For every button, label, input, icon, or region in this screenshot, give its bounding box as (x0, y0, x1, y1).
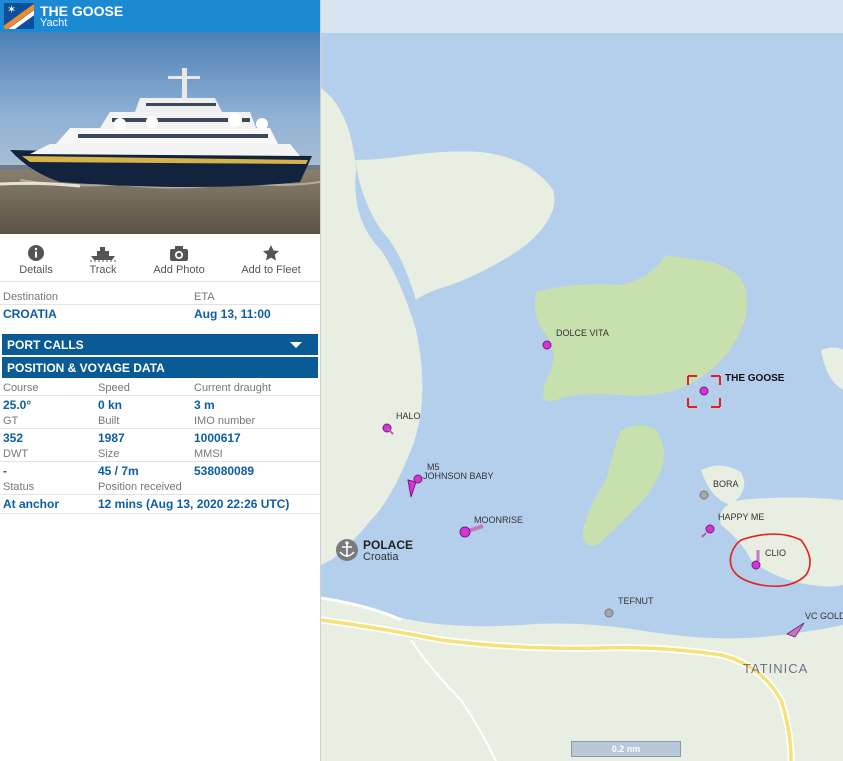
place-label: TATINICA (743, 661, 809, 676)
info-icon (28, 245, 44, 261)
add-photo-button[interactable]: Add Photo (150, 244, 208, 276)
port-country: Croatia (363, 551, 399, 563)
vessel-label-happy-me: HAPPY ME (718, 512, 765, 522)
mmsi-value: 538080089 (194, 464, 255, 478)
imo-label: IMO number (194, 415, 256, 427)
position-received-label: Position received (98, 481, 182, 493)
course-label: Course (3, 382, 39, 394)
add-to-fleet-button[interactable]: Add to Fleet (238, 244, 304, 276)
camera-icon (170, 246, 188, 261)
imo-value: 1000617 (194, 431, 241, 445)
speed-label: Speed (98, 382, 130, 394)
divider (0, 461, 320, 462)
vessel-type: Yacht (40, 17, 68, 29)
vessel-photo[interactable] (0, 32, 320, 234)
vessel-actions: Details Track Add Photo Add to Fleet (0, 238, 320, 282)
flag-icon: ✶ (4, 3, 34, 29)
add-to-fleet-label: Add to Fleet (241, 264, 301, 276)
dwt-value: - (3, 464, 7, 478)
vessel-label-johnson-baby: JOHNSON BABY (423, 471, 494, 481)
vessel-label-moonrise: MOONRISE (474, 515, 524, 525)
draught-label: Current draught (194, 382, 272, 394)
size-value: 45 / 7m (98, 464, 139, 478)
star-icon (263, 245, 279, 261)
size-label: Size (98, 448, 120, 460)
position-voyage-title: POSITION & VOYAGE DATA (7, 361, 165, 375)
built-label: Built (98, 415, 120, 427)
eta-value: Aug 13, 11:00 (194, 307, 271, 321)
port-calls-title: PORT CALLS (7, 338, 84, 352)
position-received-value: 12 mins (Aug 13, 2020 22:26 UTC) (98, 497, 290, 511)
gt-value: 352 (3, 431, 24, 445)
dwt-label: DWT (3, 448, 29, 460)
vessel-info-panel: ✶ THE GOOSE Yacht Details Track Add Phot… (0, 0, 320, 761)
status-value: At anchor (3, 497, 60, 511)
eta-label: ETA (194, 291, 215, 303)
port-calls-toggle[interactable]: PORT CALLS (2, 334, 318, 355)
divider (0, 494, 320, 495)
course-value: 25.0° (3, 398, 32, 412)
destination-label: Destination (3, 291, 59, 303)
destination-value: CROATIA (3, 307, 57, 321)
track-button[interactable]: Track (84, 244, 122, 276)
map-canvas[interactable]: DOLCE VITA THE GOOSE HALO M5 JOHNSON BAB… (321, 0, 843, 761)
scale-bar: 0.2 nm (571, 741, 681, 757)
gt-label: GT (3, 415, 19, 427)
speed-value: 0 kn (98, 398, 123, 412)
divider (0, 395, 320, 396)
status-label: Status (3, 481, 35, 493)
add-photo-label: Add Photo (153, 264, 205, 276)
mmsi-label: MMSI (194, 448, 223, 460)
divider (0, 428, 320, 429)
divider (0, 304, 320, 305)
draught-value: 3 m (194, 398, 215, 412)
built-value: 1987 (98, 431, 125, 445)
vessel-label-halo: HALO (396, 411, 421, 421)
vessel-label-tefnut: TEFNUT (618, 596, 654, 606)
track-label: Track (89, 264, 117, 276)
vessel-label-vc-gold: VC GOLD (805, 611, 843, 621)
ship-track-icon (90, 247, 116, 262)
vessel-label-the-goose: THE GOOSE (725, 373, 785, 384)
details-button[interactable]: Details (18, 244, 54, 276)
port-name[interactable]: POLACE (363, 538, 413, 552)
vessel-label-clio: CLIO (765, 548, 787, 558)
details-label: Details (19, 264, 53, 276)
vessel-header: ✶ THE GOOSE Yacht (0, 0, 320, 32)
divider (0, 513, 320, 514)
vessel-label-bora: BORA (713, 479, 739, 489)
chevron-down-icon (290, 342, 302, 348)
position-voyage-header: POSITION & VOYAGE DATA (2, 357, 318, 378)
vessel-label-dolce-vita: DOLCE VITA (556, 328, 609, 338)
